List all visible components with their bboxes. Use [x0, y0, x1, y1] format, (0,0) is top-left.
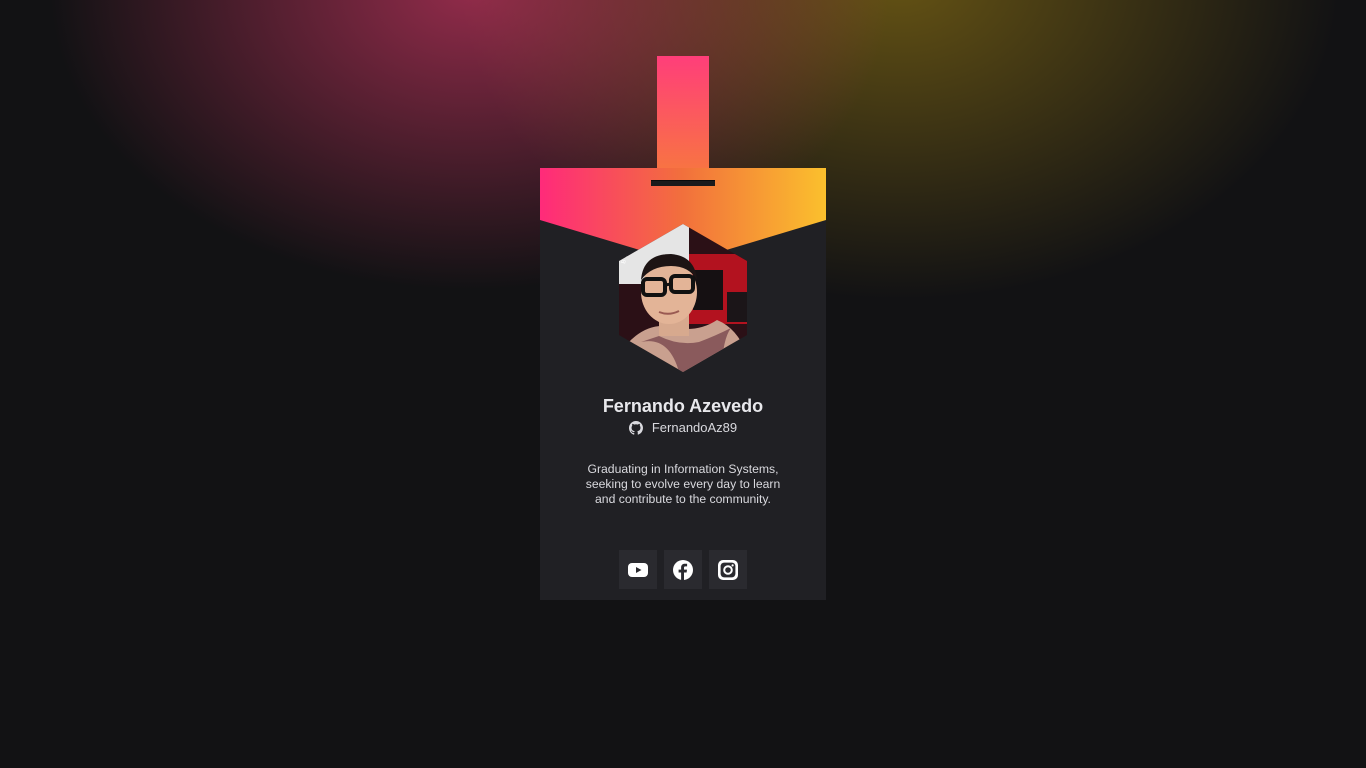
social-links: [619, 550, 747, 589]
badge-clip: [651, 180, 715, 186]
badge-lanyard-strap: [657, 56, 709, 183]
youtube-icon: [628, 562, 648, 577]
profile-name: Fernando Azevedo: [602, 396, 764, 416]
youtube-button[interactable]: [619, 550, 657, 589]
github-username: FernandoAz89: [651, 420, 738, 435]
profile-bio: Graduating in Information Systems, seeki…: [585, 462, 781, 506]
facebook-button[interactable]: [664, 550, 702, 589]
instagram-button[interactable]: [709, 550, 747, 589]
instagram-icon: [718, 559, 738, 580]
github-icon: [628, 420, 643, 435]
github-link[interactable]: FernandoAz89: [540, 420, 826, 435]
facebook-icon: [673, 559, 693, 580]
